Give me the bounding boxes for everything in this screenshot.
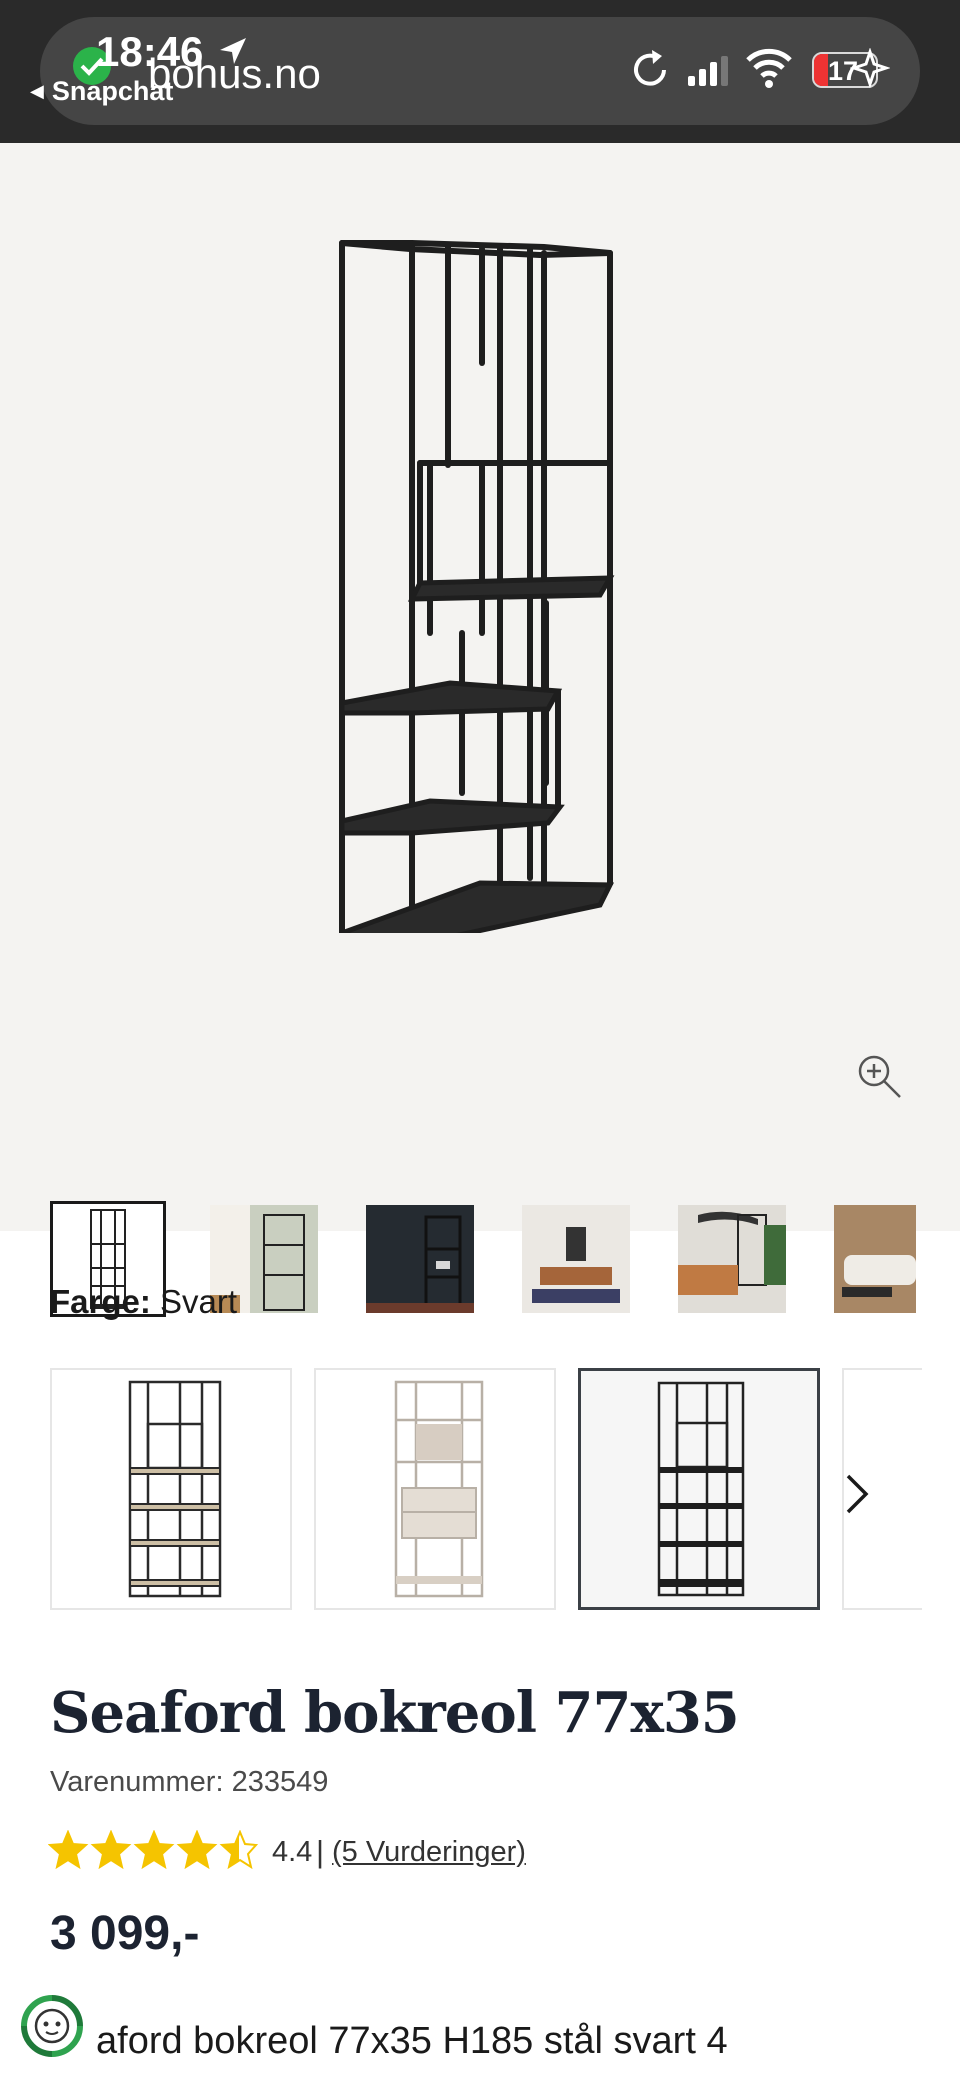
color-selection-label: Farge: Svart <box>50 1283 237 1321</box>
color-variant-list <box>50 1368 960 1612</box>
reload-icon[interactable] <box>626 46 674 94</box>
rating-value: 4.4 <box>272 1836 313 1868</box>
thumbnail-4[interactable] <box>522 1205 630 1313</box>
thumbnail-6[interactable] <box>834 1205 916 1313</box>
back-app-label: Snapchat <box>51 76 174 106</box>
chat-assistant-button[interactable] <box>18 1992 86 2060</box>
url-text[interactable]: bohus.no <box>148 50 321 98</box>
product-price: 3 099,- <box>50 1907 200 1960</box>
rating-separator: | <box>316 1834 325 1869</box>
browser-top-bar: 18:46 bohus.no ◀ Snapchat 17 <box>0 0 960 143</box>
cellular-signal-icon <box>688 56 728 86</box>
product-sku: Varenummer: 233549 <box>50 1766 329 1798</box>
product-description-heading: aford bokreol 77x35 H185 stål svart 4 <box>96 2020 728 2062</box>
thumbnail-5[interactable] <box>678 1205 786 1313</box>
thumbnail-3[interactable] <box>366 1205 474 1313</box>
color-label: Farge: <box>50 1283 151 1320</box>
variant-black[interactable] <box>578 1368 820 1610</box>
variant-beige[interactable] <box>314 1368 556 1610</box>
ai-sparkle-icon[interactable] <box>850 48 890 88</box>
back-triangle-icon: ◀ <box>30 81 44 101</box>
chevron-right-icon[interactable] <box>838 1470 874 1518</box>
zoom-in-icon[interactable] <box>856 1053 904 1101</box>
product-hero-area <box>0 143 960 1317</box>
product-title: Seaford bokreol 77x35 <box>50 1680 740 1746</box>
wifi-icon <box>746 48 792 88</box>
variant-oak-black[interactable] <box>50 1368 292 1610</box>
chat-assistant-icon <box>21 1995 83 2057</box>
back-to-app[interactable]: ◀ Snapchat <box>30 76 173 107</box>
rating-stars-icon <box>48 1830 258 1870</box>
product-main-image[interactable] <box>330 233 630 933</box>
color-value: Svart <box>160 1283 238 1320</box>
reviews-link[interactable]: (5 Vurderinger) <box>332 1836 526 1869</box>
